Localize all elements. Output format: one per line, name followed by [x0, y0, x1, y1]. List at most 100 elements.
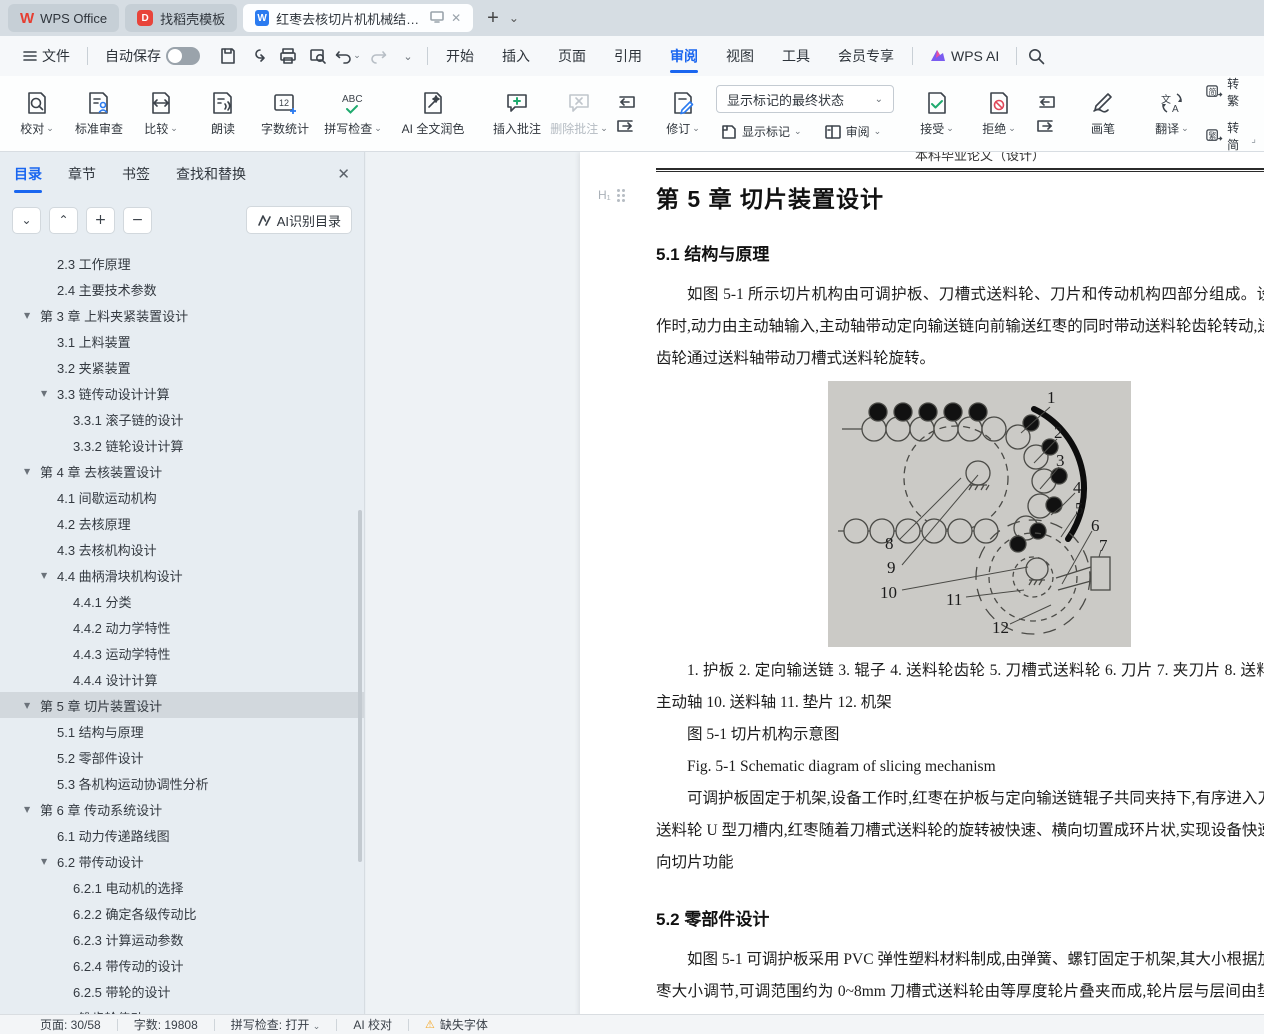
- figure-slicing-mechanism[interactable]: 1 2 3 4 5 6 7 8 9 10 11 12: [828, 381, 1131, 647]
- show-markup-button[interactable]: 显示标记 ⌄: [716, 121, 806, 142]
- word-count-indicator[interactable]: 字数: 19808: [134, 1016, 198, 1033]
- toc-item[interactable]: 4.4.1 分类: [0, 588, 364, 614]
- to-simplified-button[interactable]: 繁 转简: [1202, 117, 1252, 155]
- word-count-button[interactable]: 12 字数统计: [254, 86, 316, 141]
- toc-item[interactable]: 5.1 结构与原理: [0, 718, 364, 744]
- chapter-heading[interactable]: 第 5 章 切片装置设计: [656, 180, 1264, 214]
- menu-tab-3[interactable]: 引用: [600, 36, 656, 76]
- toc-item[interactable]: 6.2.2 确定各级传动比: [0, 900, 364, 926]
- tab-document[interactable]: W 红枣去核切片机机械结构设计 ✕: [243, 4, 474, 32]
- spell-check-indicator[interactable]: 拼写检查: 打开 ⌄: [231, 1016, 321, 1033]
- tab-chapters[interactable]: 章节: [68, 164, 96, 184]
- markup-state-dropdown[interactable]: 显示标记的最终状态 ⌄: [716, 85, 894, 113]
- insert-comment-button[interactable]: 插入批注: [486, 86, 548, 141]
- compare-button[interactable]: 比较 ⌄: [130, 86, 192, 141]
- toc-item[interactable]: 6.2.1 电动机的选择: [0, 874, 364, 900]
- menu-tab-6[interactable]: 工具: [768, 36, 824, 76]
- toc-item[interactable]: 4.3 去核机构设计: [0, 536, 364, 562]
- zoom-in-outline-button[interactable]: +: [86, 206, 115, 234]
- toc-item[interactable]: ▼ 6.2 带传动设计: [0, 848, 364, 874]
- toc-item[interactable]: 3.2 夹紧装置: [0, 354, 364, 380]
- toc-item[interactable]: 3.3.1 滚子链的设计: [0, 406, 364, 432]
- collapse-triangle-icon[interactable]: ▼: [24, 467, 30, 476]
- accept-revision-button[interactable]: 接受 ⌄: [906, 86, 968, 141]
- toc-item[interactable]: 6.3 锥齿轮传动: [0, 1004, 364, 1015]
- drag-handle-icon[interactable]: [616, 188, 625, 202]
- toc-item[interactable]: ▼ 第 5 章 切片装置设计: [0, 692, 364, 718]
- toc-item[interactable]: 4.4.3 运动学特性: [0, 640, 364, 666]
- autosave-control[interactable]: 自动保存: [92, 36, 213, 76]
- print-button[interactable]: [273, 42, 303, 70]
- menu-tab-7[interactable]: 会员专享: [824, 36, 908, 76]
- proofread-button[interactable]: 校对 ⌄: [6, 86, 68, 141]
- page-indicator[interactable]: 页面: 30/58: [40, 1016, 101, 1033]
- paragraph-3[interactable]: 如图 5-1 可调护板采用 PVC 弹性塑料材料制成,由弹簧、螺钉固定于机架,其…: [656, 944, 1264, 1014]
- previous-comment-button[interactable]: [612, 93, 640, 111]
- toc-item[interactable]: 5.2 零部件设计: [0, 744, 364, 770]
- new-tab-button[interactable]: +: [487, 7, 499, 30]
- section-heading-52[interactable]: 5.2 零部件设计: [656, 905, 1264, 930]
- figure-parts-list[interactable]: 1. 护板 2. 定向输送链 3. 辊子 4. 送料轮齿轮 5. 刀槽式送料轮 …: [656, 655, 1264, 719]
- toc-item[interactable]: 4.4.2 动力学特性: [0, 614, 364, 640]
- standard-review-button[interactable]: 标准审查: [68, 86, 130, 141]
- tab-docer-templates[interactable]: D 找稻壳模板: [125, 4, 238, 32]
- sidebar-scrollbar[interactable]: [358, 510, 362, 862]
- menu-tab-4[interactable]: 审阅: [656, 36, 712, 76]
- close-sidebar-icon[interactable]: ✕: [337, 165, 350, 183]
- review-panel-button[interactable]: 审阅 ⌄: [820, 121, 886, 142]
- tab-bookmarks[interactable]: 书签: [122, 164, 150, 184]
- tab-wps-office[interactable]: W WPS Office: [8, 4, 120, 32]
- menu-tab-0[interactable]: 开始: [432, 36, 488, 76]
- document-page[interactable]: 本科毕业论文（设计） H₁ 第 5 章 切片装置设计 5.1 结构与原理 如图 …: [580, 152, 1264, 1014]
- toc-item[interactable]: 3.3.2 链轮设计计算: [0, 432, 364, 458]
- search-icon[interactable]: [1021, 42, 1051, 70]
- save-button[interactable]: [213, 42, 243, 70]
- collapse-triangle-icon[interactable]: ▼: [24, 805, 30, 814]
- paragraph-2[interactable]: 可调护板固定于机架,设备工作时,红枣在护板与定向输送链辊子共同夹持下,有序进入刀…: [656, 783, 1264, 879]
- translate-button[interactable]: 文A 翻译 ⌄: [1144, 86, 1200, 141]
- tab-find-replace[interactable]: 查找和替换: [176, 164, 246, 184]
- collapse-triangle-icon[interactable]: ▼: [24, 311, 30, 320]
- close-tab-icon[interactable]: ✕: [451, 11, 461, 25]
- to-traditional-button[interactable]: 简 转繁: [1202, 73, 1252, 111]
- collapse-triangle-icon[interactable]: ▼: [41, 571, 47, 580]
- redo-button[interactable]: [363, 42, 393, 70]
- toc-item[interactable]: 6.2.4 带传动的设计: [0, 952, 364, 978]
- next-revision-button[interactable]: [1032, 117, 1060, 135]
- autosave-toggle[interactable]: [166, 47, 200, 65]
- screen-share-icon[interactable]: [430, 10, 444, 26]
- collapse-triangle-icon[interactable]: ▼: [41, 389, 47, 398]
- figure-caption-cn[interactable]: 图 5-1 切片机构示意图: [656, 719, 1264, 751]
- figure-caption-en[interactable]: Fig. 5-1 Schematic diagram of slicing me…: [656, 751, 1264, 783]
- toc-item[interactable]: ▼ 第 4 章 去核装置设计: [0, 458, 364, 484]
- undo-button[interactable]: ⌄: [333, 42, 363, 70]
- toc-item[interactable]: 4.1 间歇运动机构: [0, 484, 364, 510]
- toc-item[interactable]: ▼ 3.3 链传动设计计算: [0, 380, 364, 406]
- delete-comment-button[interactable]: 删除批注 ⌄: [548, 86, 610, 141]
- next-comment-button[interactable]: [612, 117, 640, 135]
- toc-item[interactable]: 3.1 上料装置: [0, 328, 364, 354]
- menu-tab-1[interactable]: 插入: [488, 36, 544, 76]
- collapse-all-button[interactable]: ⌃: [49, 206, 78, 234]
- menu-tab-2[interactable]: 页面: [544, 36, 600, 76]
- zoom-out-outline-button[interactable]: −: [123, 206, 152, 234]
- toc-item[interactable]: ▼ 4.4 曲柄滑块机构设计: [0, 562, 364, 588]
- quick-access-chevron-icon[interactable]: ⌄: [393, 42, 423, 70]
- missing-font-warning[interactable]: 缺失字体: [440, 1016, 488, 1033]
- collapse-triangle-icon[interactable]: ▼: [41, 857, 47, 866]
- toc-item[interactable]: 4.4.4 设计计算: [0, 666, 364, 692]
- print-preview-button[interactable]: [303, 42, 333, 70]
- toc-item[interactable]: ▼ 第 3 章 上料夹紧装置设计: [0, 302, 364, 328]
- spell-check-button[interactable]: ABC 拼写检查 ⌄: [316, 86, 390, 141]
- wps-ai-button[interactable]: WPS AI: [917, 36, 1012, 76]
- tab-toc[interactable]: 目录: [14, 164, 42, 193]
- ai-polish-button[interactable]: AI 全文润色: [390, 86, 476, 141]
- menu-tab-5[interactable]: 视图: [712, 36, 768, 76]
- expand-all-button[interactable]: ⌄: [12, 206, 41, 234]
- ink-brush-button[interactable]: 画笔: [1072, 86, 1134, 141]
- toc-item[interactable]: 2.4 主要技术参数: [0, 276, 364, 302]
- ai-proofread-button[interactable]: AI 校对: [353, 1016, 392, 1033]
- toc-item[interactable]: 2.3 工作原理: [0, 250, 364, 276]
- collapse-triangle-icon[interactable]: ▼: [24, 701, 30, 710]
- reject-revision-button[interactable]: 拒绝 ⌄: [968, 86, 1030, 141]
